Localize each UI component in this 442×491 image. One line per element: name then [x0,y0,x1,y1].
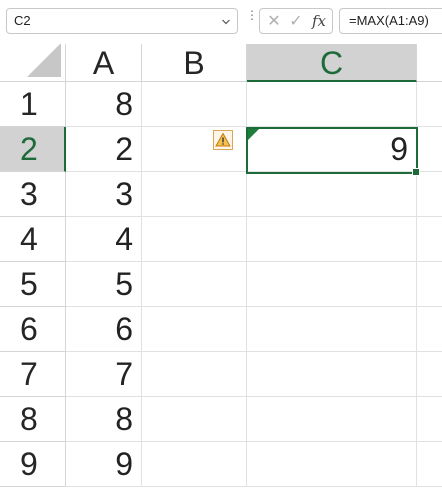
cell-a7[interactable]: 7 [66,352,142,397]
insert-function-button[interactable]: fx [312,11,332,31]
row-header-1[interactable]: 1 [0,82,66,127]
cell-a3[interactable]: 3 [66,172,142,217]
name-box-value: C2 [14,13,31,28]
fill-handle[interactable] [412,168,420,176]
cell-c6[interactable] [247,307,417,352]
cell-d7[interactable] [417,352,442,397]
spreadsheet-grid: A B C 1 2 3 4 5 6 7 8 9 8 2 3 4 5 6 7 8 … [0,44,442,491]
cell-b6[interactable] [142,307,247,352]
enter-icon[interactable]: ✓ [286,12,306,32]
more-options-icon[interactable]: ⋮ [246,9,258,30]
cell-d2[interactable] [417,127,442,172]
row-header-4[interactable]: 4 [0,217,66,262]
cancel-icon[interactable]: ✕ [264,12,284,32]
cell-d5[interactable] [417,262,442,307]
warning-glyph-icon [215,132,231,147]
row-header-7[interactable]: 7 [0,352,66,397]
cell-a6[interactable]: 6 [66,307,142,352]
cell-b1[interactable] [142,82,247,127]
formula-bar: C2 ⋮ ✕ ✓ fx =MAX(A1:A9) [0,0,442,44]
cell-b4[interactable] [142,217,247,262]
chevron-down-icon[interactable] [222,18,230,26]
cell-b8[interactable] [142,397,247,442]
column-header-a[interactable]: A [66,44,142,82]
cell-a5[interactable]: 5 [66,262,142,307]
column-header-c[interactable]: C [247,44,417,82]
cell-d4[interactable] [417,217,442,262]
cell-c7[interactable] [247,352,417,397]
cell-a9[interactable]: 9 [66,442,142,487]
cell-c8[interactable] [247,397,417,442]
row-header-8[interactable]: 8 [0,397,66,442]
cell-d6[interactable] [417,307,442,352]
active-cell-outline [246,127,420,176]
cell-d3[interactable] [417,172,442,217]
row-header-9[interactable]: 9 [0,442,66,487]
cell-a2[interactable]: 2 [66,127,142,172]
select-all-icon [27,44,61,77]
row-header-6[interactable]: 6 [0,307,66,352]
cell-d8[interactable] [417,397,442,442]
cell-c3[interactable] [247,172,417,217]
error-indicator-icon [248,129,259,140]
cell-a4[interactable]: 4 [66,217,142,262]
formula-buttons: ✕ ✓ fx [259,8,333,34]
cell-b3[interactable] [142,172,247,217]
cell-b7[interactable] [142,352,247,397]
cell-d1[interactable] [417,82,442,127]
cell-d9[interactable] [417,442,442,487]
cell-c5[interactable] [247,262,417,307]
warning-triangle-icon[interactable] [213,130,233,150]
name-box[interactable]: C2 [6,8,238,34]
column-header-b[interactable]: B [142,44,247,82]
formula-input[interactable]: =MAX(A1:A9) [339,8,442,34]
cell-a8[interactable]: 8 [66,397,142,442]
cell-a1[interactable]: 8 [66,82,142,127]
row-header-3[interactable]: 3 [0,172,66,217]
cell-c1[interactable] [247,82,417,127]
cell-b9[interactable] [142,442,247,487]
cell-b5[interactable] [142,262,247,307]
column-header-d[interactable] [417,44,442,82]
select-all-button[interactable] [0,44,66,82]
cell-c4[interactable] [247,217,417,262]
cell-c9[interactable] [247,442,417,487]
row-header-2[interactable]: 2 [0,127,66,172]
row-header-5[interactable]: 5 [0,262,66,307]
